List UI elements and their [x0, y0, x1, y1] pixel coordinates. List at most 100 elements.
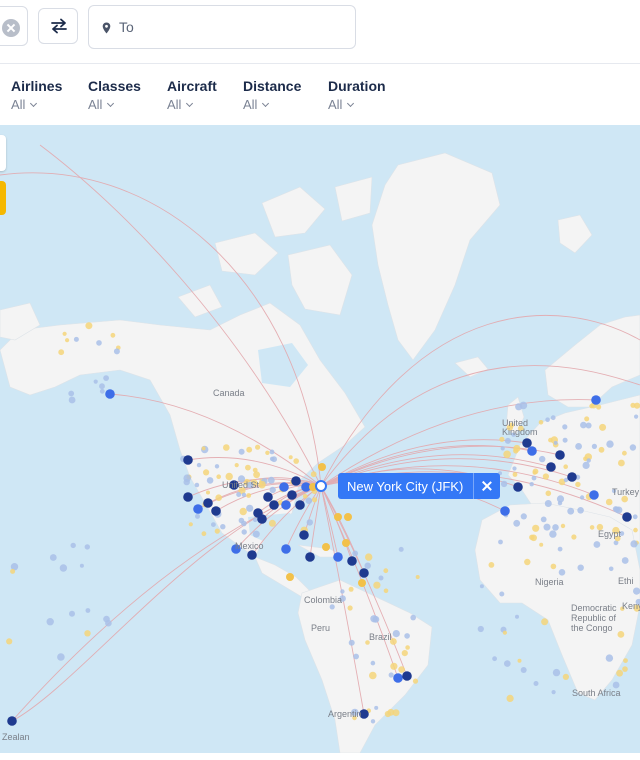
airport-marker: [560, 523, 566, 529]
airport-marker: [265, 450, 270, 455]
destination-airport-marker: [622, 512, 632, 522]
svalbard: [557, 214, 593, 254]
airport-marker: [206, 477, 214, 484]
airport-marker: [550, 415, 556, 421]
airport-marker: [305, 497, 313, 505]
destination-airport-marker: [555, 450, 565, 460]
airport-marker: [488, 562, 495, 568]
destination-airport-marker: [305, 552, 315, 562]
route-map[interactable]: Canada United St Mexico Colombia Peru Br…: [0, 125, 640, 753]
tooltip-label: New York City (JFK): [347, 478, 464, 494]
filter-airlines[interactable]: Airlines All: [11, 78, 62, 112]
airport-marker: [579, 495, 585, 500]
airport-marker: [369, 671, 377, 680]
map-control-button[interactable]: [0, 135, 6, 171]
destination-airport-marker: [344, 513, 352, 521]
destination-airport-marker: [500, 506, 510, 516]
airport-marker: [520, 667, 527, 673]
airport-marker: [79, 563, 84, 568]
filter-value: All: [167, 97, 217, 112]
destination-airport-marker: [589, 490, 599, 500]
filter-classes[interactable]: Classes All: [88, 78, 141, 112]
airport-marker: [584, 416, 590, 422]
airport-marker: [520, 513, 527, 520]
airport-marker: [562, 437, 568, 443]
airport-marker: [6, 638, 13, 645]
filter-aircraft[interactable]: Aircraft All: [167, 78, 217, 112]
destination-airport-marker: [567, 472, 577, 482]
destination-airport-marker: [393, 673, 403, 683]
clear-icon: [2, 19, 20, 37]
close-icon[interactable]: [474, 473, 500, 499]
map-label-peru: Peru: [311, 623, 331, 633]
destination-input[interactable]: [119, 17, 339, 37]
map-label-new-zealand: Zealan: [2, 732, 30, 742]
airport-marker: [211, 522, 216, 527]
airport-marker: [373, 581, 381, 589]
swap-button[interactable]: [38, 8, 78, 44]
filter-label: Duration: [328, 78, 386, 94]
clear-origin-button[interactable]: [0, 6, 28, 46]
destination-airport-marker: [513, 482, 523, 492]
filter-distance[interactable]: Distance All: [243, 78, 301, 112]
airport-marker: [477, 625, 484, 633]
airport-marker: [269, 449, 275, 455]
filter-duration[interactable]: Duration All: [328, 78, 386, 112]
airport-marker: [69, 610, 75, 617]
airport-marker: [613, 506, 621, 513]
airport-marker: [549, 530, 557, 538]
destination-airport-marker: [263, 492, 273, 502]
map-label-egypt: Egypt: [598, 529, 622, 539]
airport-marker: [62, 331, 67, 336]
origin-airport-marker[interactable]: [315, 480, 327, 492]
destination-airport-marker: [322, 543, 330, 551]
destination-airport-marker: [359, 568, 369, 578]
airport-marker: [529, 482, 534, 487]
map-label-drc: Democratic Republic of the Congo: [571, 603, 617, 633]
selected-airport-tooltip[interactable]: New York City (JFK): [338, 473, 501, 499]
airport-marker: [246, 493, 252, 498]
airport-marker: [545, 490, 552, 497]
airport-marker: [543, 523, 551, 531]
airport-marker: [312, 497, 318, 503]
airport-marker: [571, 534, 577, 540]
airport-marker: [606, 440, 614, 448]
map-highlight-button[interactable]: [0, 181, 6, 215]
airport-marker: [499, 591, 505, 597]
airport-marker: [348, 639, 355, 646]
map-label-argentina: Argentin: [328, 709, 362, 719]
airport-marker: [544, 500, 552, 507]
airport-marker: [58, 349, 65, 356]
airport-marker: [84, 630, 91, 637]
airport-marker: [364, 562, 371, 569]
airport-marker: [529, 534, 535, 540]
airport-marker: [46, 618, 54, 626]
airport-marker: [557, 500, 563, 506]
airport-marker: [201, 446, 206, 451]
airport-marker: [223, 444, 230, 451]
airport-marker: [99, 383, 105, 390]
airport-marker: [404, 633, 410, 639]
airport-marker: [269, 486, 276, 494]
airport-marker: [267, 476, 275, 484]
destination-airport-marker: [211, 506, 221, 516]
airport-marker: [252, 517, 258, 523]
airport-marker: [504, 660, 511, 667]
airport-marker: [398, 546, 404, 552]
destination-field[interactable]: [88, 5, 356, 49]
destination-airport-marker: [257, 514, 267, 524]
airport-marker: [383, 588, 389, 594]
airport-marker: [398, 666, 405, 673]
airport-marker: [513, 519, 521, 527]
airport-marker: [10, 568, 16, 574]
destination-airport-marker: [281, 544, 291, 554]
airport-marker: [552, 524, 559, 531]
destination-airport-marker: [522, 438, 532, 448]
filter-value: All: [328, 97, 386, 112]
airport-marker: [575, 481, 581, 488]
airport-marker: [203, 469, 210, 476]
airport-marker: [214, 528, 220, 534]
destination-airport-marker: [546, 462, 556, 472]
airport-marker: [512, 466, 517, 471]
destination-airport-marker: [333, 552, 343, 562]
